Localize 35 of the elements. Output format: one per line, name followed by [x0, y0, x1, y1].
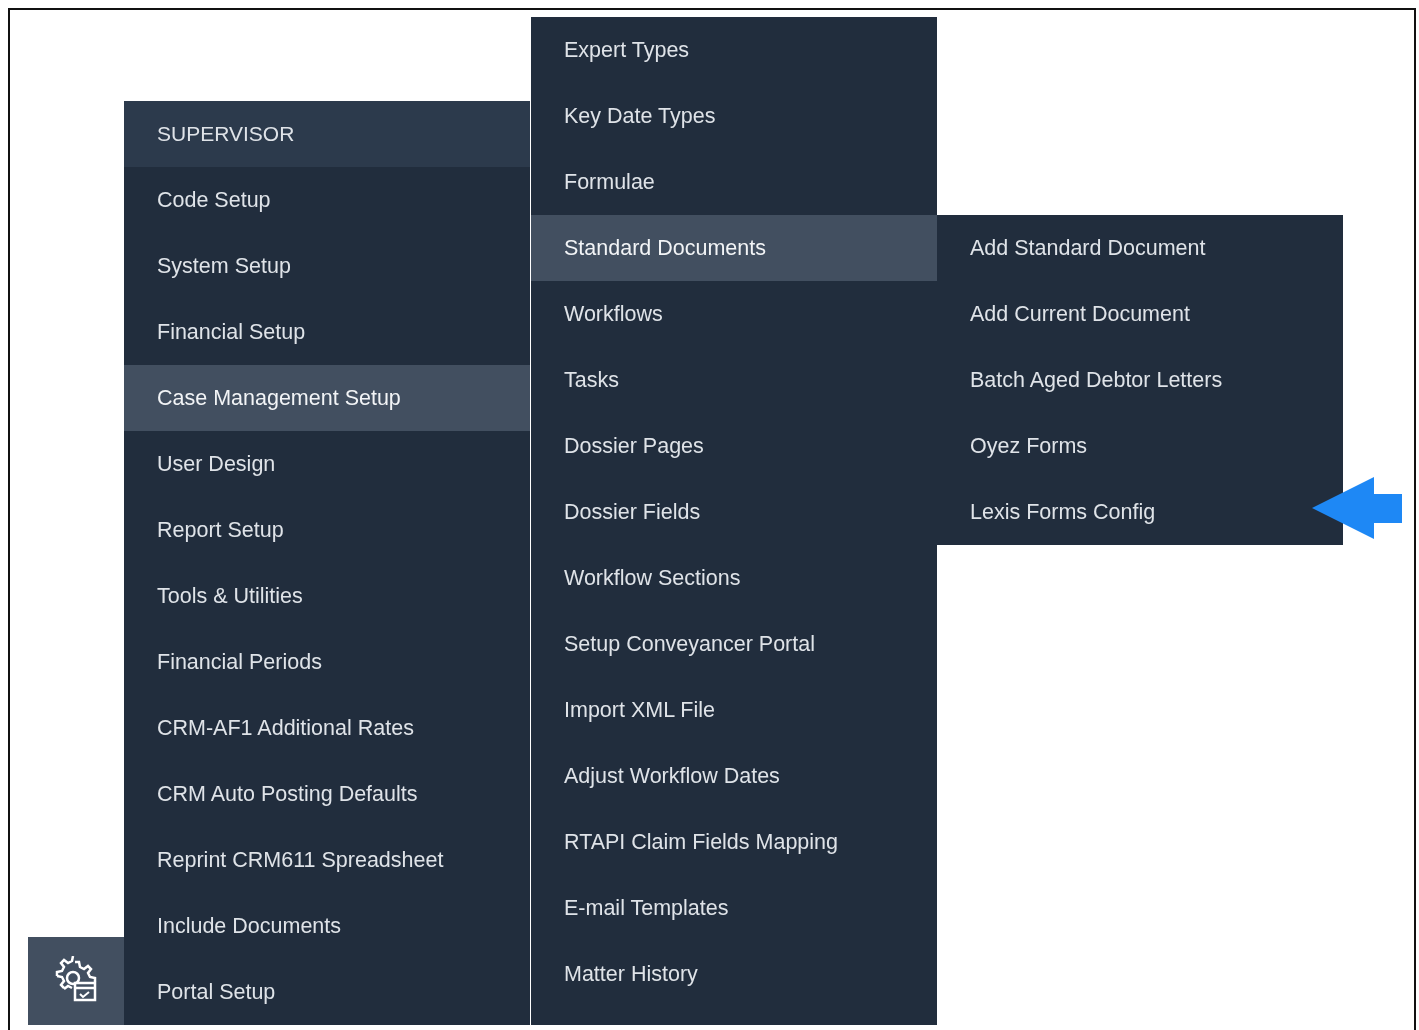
menu-item[interactable]: Workflows: [531, 281, 937, 347]
menu-item[interactable]: CRM Auto Posting Defaults: [124, 761, 530, 827]
menu-item[interactable]: Include Documents: [124, 893, 530, 959]
menu-item[interactable]: Financial Setup: [124, 299, 530, 365]
menu-item[interactable]: Batch Aged Debtor Letters: [937, 347, 1307, 413]
menu-item[interactable]: Formulae: [531, 149, 937, 215]
menu-item[interactable]: Expert Types: [531, 17, 937, 83]
menu-item[interactable]: Setup Conveyancer Portal: [531, 611, 937, 677]
menu-item[interactable]: E-mail Templates: [531, 875, 937, 941]
menu-item[interactable]: Adjust Workflow Dates: [531, 743, 937, 809]
menu-item[interactable]: Report Setup: [124, 497, 530, 563]
menu-item[interactable]: Dossier Fields: [531, 479, 937, 545]
menu-item[interactable]: Tools & Utilities: [124, 563, 530, 629]
menu-item[interactable]: Add Current Document: [937, 281, 1307, 347]
menu-item[interactable]: Matter History: [531, 941, 937, 1007]
menu-item[interactable]: Lexis Forms Config: [937, 479, 1307, 545]
menu-item[interactable]: Workflow Sections: [531, 545, 937, 611]
menu-item[interactable]: RTAPI Claim Fields Mapping: [531, 809, 937, 875]
menu-item[interactable]: CRM-AF1 Additional Rates: [124, 695, 530, 761]
menu-item[interactable]: Key Date Types: [531, 83, 937, 149]
menu-item[interactable]: Tasks: [531, 347, 937, 413]
menu-item[interactable]: Case Management Setup: [124, 365, 530, 431]
menu-item[interactable]: Reprint CRM611 Spreadsheet: [124, 827, 530, 893]
menu-header: SUPERVISOR: [124, 101, 530, 167]
menu-item[interactable]: System Setup: [124, 233, 530, 299]
menu-item[interactable]: Add Standard Document: [937, 215, 1307, 281]
menu-item[interactable]: User Design: [124, 431, 530, 497]
menu-item[interactable]: Financial Periods: [124, 629, 530, 695]
menu-item[interactable]: Import XML File: [531, 677, 937, 743]
menu-item[interactable]: Portal Setup: [124, 959, 530, 1025]
menu-item[interactable]: Code Setup: [124, 167, 530, 233]
menu-item[interactable]: Oyez Forms: [937, 413, 1307, 479]
menu-item[interactable]: Dossier Pages: [531, 413, 937, 479]
menu-item[interactable]: Standard Documents: [531, 215, 937, 281]
arrow-icon: [1312, 477, 1402, 539]
